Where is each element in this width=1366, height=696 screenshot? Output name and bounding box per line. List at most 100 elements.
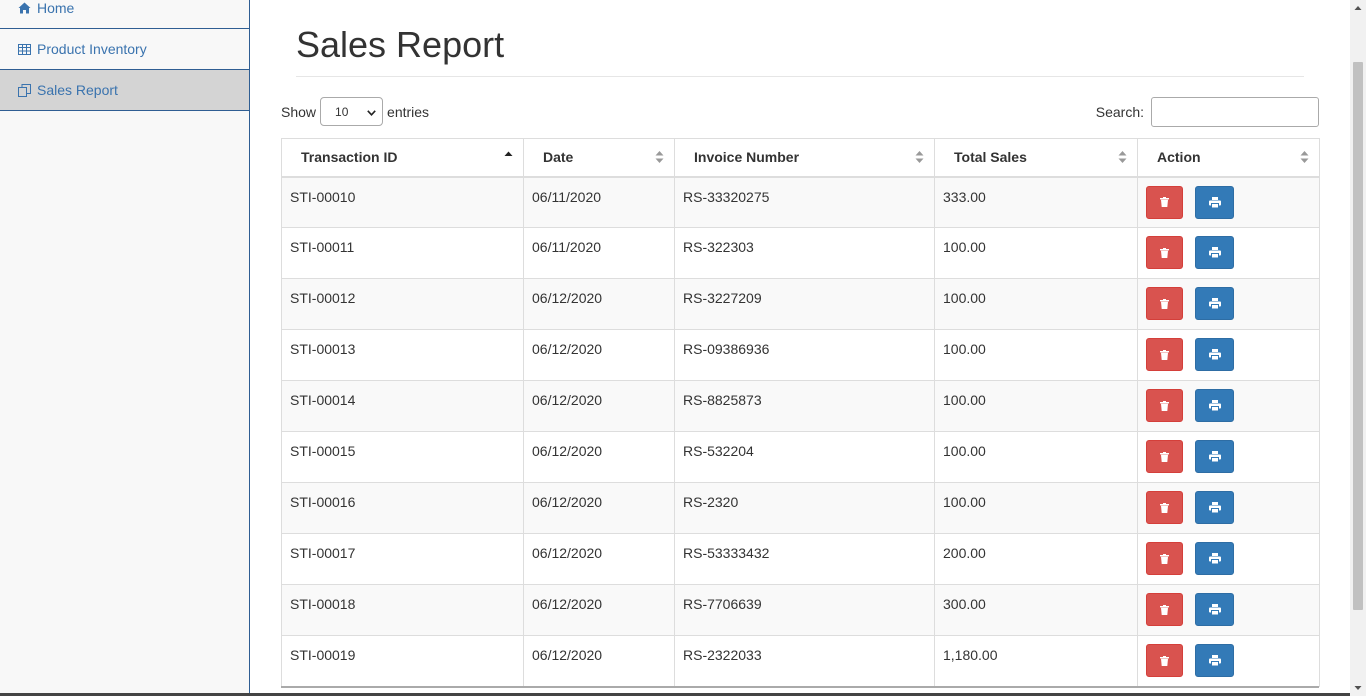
delete-button[interactable] — [1146, 287, 1183, 320]
scroll-down-arrow-icon[interactable] — [1354, 684, 1362, 692]
cell-transaction-id: STI-00010 — [281, 176, 524, 228]
sidebar-item-sales-report[interactable]: Sales Report — [0, 70, 249, 111]
delete-button[interactable] — [1146, 644, 1183, 677]
cell-transaction-id: STI-00017 — [281, 533, 524, 585]
delete-button[interactable] — [1146, 542, 1183, 575]
column-header-label: Total Sales — [954, 149, 1027, 166]
cell-actions — [1137, 431, 1320, 483]
vertical-scrollbar[interactable] — [1350, 0, 1366, 696]
trash-icon — [1160, 197, 1169, 207]
sort-both-icon — [915, 151, 924, 164]
sidebar-item-home[interactable]: Home — [0, 0, 249, 29]
trash-icon — [1160, 349, 1169, 360]
trash-icon — [1160, 247, 1169, 258]
show-label: Show — [281, 103, 317, 120]
cell-date: 06/12/2020 — [523, 380, 675, 432]
cell-transaction-id: STI-00013 — [281, 329, 524, 381]
print-button[interactable] — [1195, 491, 1234, 524]
sales-table: Transaction ID Date Invoice Number Total… — [281, 138, 1320, 687]
cell-actions — [1137, 482, 1320, 534]
sidebar-item-product-inventory[interactable]: Product Inventory — [0, 29, 249, 70]
print-icon — [1208, 349, 1221, 360]
entries-select[interactable]: 10 — [320, 97, 384, 126]
cell-actions — [1137, 380, 1320, 432]
print-icon — [1208, 298, 1221, 309]
table-icon — [18, 43, 31, 56]
cell-date: 06/12/2020 — [523, 278, 675, 330]
print-button[interactable] — [1195, 236, 1234, 269]
table-row: STI-00017 06/12/2020 RS-53333432 200.00 — [281, 533, 1320, 585]
column-header-label: Transaction ID — [301, 149, 398, 166]
delete-button[interactable] — [1146, 491, 1183, 524]
scrollbar-thumb[interactable] — [1353, 62, 1363, 610]
cell-total-sales: 333.00 — [934, 176, 1138, 228]
sidebar-item-label: Sales Report — [37, 82, 118, 98]
cell-date: 06/11/2020 — [523, 227, 675, 279]
title-divider — [296, 76, 1304, 77]
print-icon — [1208, 247, 1221, 258]
column-header-invoice-number[interactable]: Invoice Number — [674, 138, 935, 178]
cell-invoice-number: RS-2322033 — [674, 635, 935, 687]
copy-icon — [18, 83, 31, 97]
print-button[interactable] — [1195, 185, 1234, 219]
delete-button[interactable] — [1146, 185, 1183, 219]
trash-icon — [1160, 604, 1169, 615]
home-icon — [18, 2, 31, 15]
sort-both-icon — [1118, 151, 1127, 164]
entries-length-control: Show 10 entries — [281, 97, 429, 126]
cell-total-sales: 300.00 — [934, 584, 1138, 636]
table-body: STI-00010 06/11/2020 RS-33320275 333.00 … — [281, 176, 1320, 687]
delete-button[interactable] — [1146, 593, 1183, 626]
print-button[interactable] — [1195, 542, 1234, 575]
page-title: Sales Report — [296, 24, 505, 65]
column-header-total-sales[interactable]: Total Sales — [934, 138, 1138, 178]
cell-invoice-number: RS-09386936 — [674, 329, 935, 381]
print-button[interactable] — [1195, 593, 1234, 626]
entries-label: entries — [387, 103, 430, 120]
cell-transaction-id: STI-00011 — [281, 227, 524, 279]
delete-button[interactable] — [1146, 236, 1183, 269]
table-row: STI-00012 06/12/2020 RS-3227209 100.00 — [281, 278, 1320, 330]
print-button[interactable] — [1195, 338, 1234, 371]
trash-icon — [1160, 451, 1169, 462]
table-row: STI-00010 06/11/2020 RS-33320275 333.00 — [281, 176, 1320, 228]
delete-button[interactable] — [1146, 440, 1183, 473]
print-button[interactable] — [1195, 644, 1234, 677]
column-header-action[interactable]: Action — [1137, 138, 1320, 178]
column-header-transaction-id[interactable]: Transaction ID — [281, 138, 524, 178]
cell-actions — [1137, 227, 1320, 279]
column-header-label: Action — [1157, 149, 1201, 166]
print-icon — [1208, 451, 1221, 462]
sort-both-icon — [1300, 151, 1309, 164]
cell-transaction-id: STI-00012 — [281, 278, 524, 330]
cell-total-sales: 100.00 — [934, 278, 1138, 330]
cell-total-sales: 100.00 — [934, 431, 1138, 483]
cell-total-sales: 100.00 — [934, 227, 1138, 279]
print-button[interactable] — [1195, 389, 1234, 422]
search-control: Search: — [1096, 97, 1319, 127]
print-icon — [1208, 196, 1221, 208]
cell-actions — [1137, 278, 1320, 330]
trash-icon — [1160, 655, 1169, 666]
cell-date: 06/12/2020 — [523, 329, 675, 381]
print-icon — [1208, 604, 1221, 615]
delete-button[interactable] — [1146, 389, 1183, 422]
search-input[interactable] — [1151, 97, 1319, 127]
column-header-label: Invoice Number — [694, 149, 800, 166]
sidebar-item-label: Home — [37, 0, 75, 16]
cell-date: 06/12/2020 — [523, 533, 675, 585]
cell-actions — [1137, 635, 1320, 687]
column-header-date[interactable]: Date — [523, 138, 675, 178]
print-icon — [1208, 400, 1221, 411]
cell-invoice-number: RS-7706639 — [674, 584, 935, 636]
delete-button[interactable] — [1146, 338, 1183, 371]
cell-total-sales: 1,180.00 — [934, 635, 1138, 687]
main-content: Sales Report Show 10 entries Search: Tra… — [250, 0, 1350, 696]
cell-total-sales: 200.00 — [934, 533, 1138, 585]
print-button[interactable] — [1195, 440, 1234, 473]
trash-icon — [1160, 553, 1169, 564]
cell-date: 06/12/2020 — [523, 431, 675, 483]
table-row: STI-00018 06/12/2020 RS-7706639 300.00 — [281, 584, 1320, 636]
scroll-up-arrow-icon[interactable] — [1354, 4, 1362, 12]
print-button[interactable] — [1195, 287, 1234, 320]
